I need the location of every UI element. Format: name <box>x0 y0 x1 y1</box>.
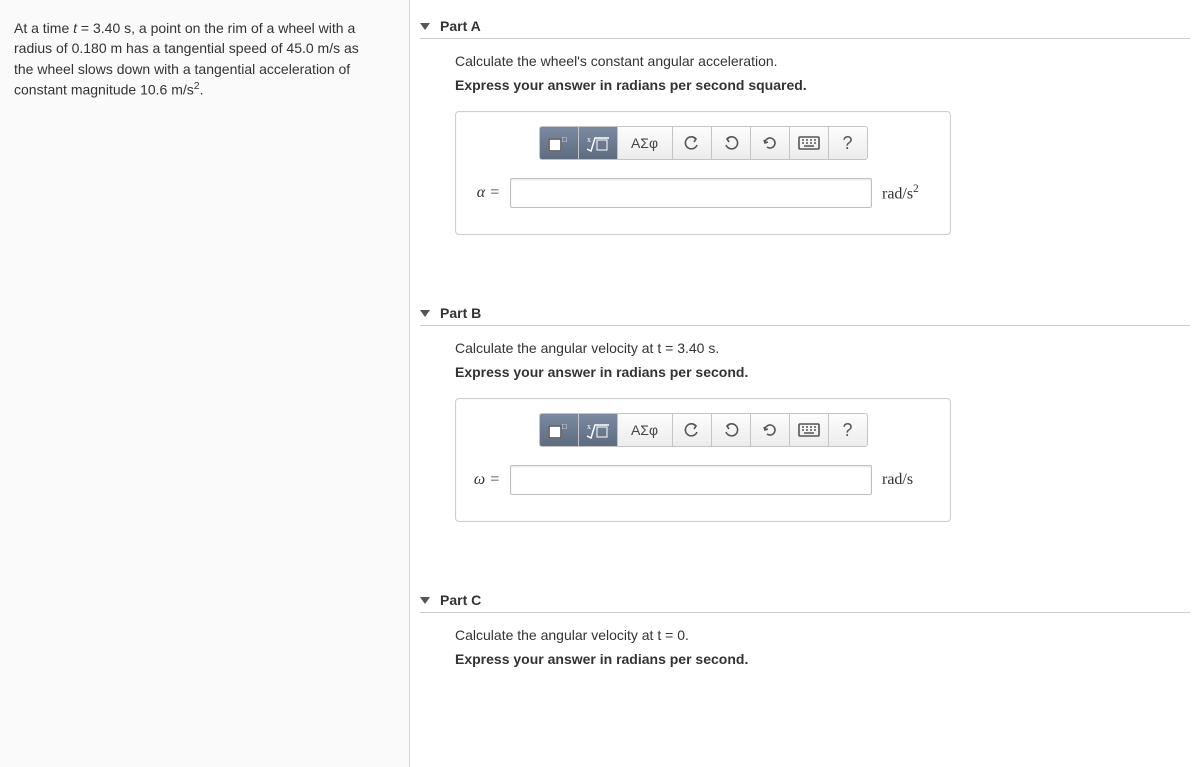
instruction-text: Express your answer in radians per secon… <box>455 651 1190 667</box>
part-header[interactable]: Part A <box>420 18 1190 39</box>
reset-icon[interactable] <box>751 414 790 446</box>
answer-box: □ x ΑΣφ ? ω = rad/s <box>455 398 951 522</box>
parts-panel: Part A Calculate the wheel's constant an… <box>410 0 1200 767</box>
svg-text:x: x <box>587 135 591 144</box>
part-header[interactable]: Part C <box>420 592 1190 613</box>
undo-icon[interactable] <box>673 127 712 159</box>
units-label: rad/s <box>882 471 934 489</box>
redo-icon[interactable] <box>712 414 751 446</box>
keyboard-icon[interactable] <box>790 127 829 159</box>
part-title: Part A <box>440 18 481 34</box>
collapse-icon[interactable] <box>420 597 430 604</box>
redo-icon[interactable] <box>712 127 751 159</box>
reset-icon[interactable] <box>751 127 790 159</box>
answer-input[interactable] <box>510 178 872 208</box>
part-header[interactable]: Part B <box>420 305 1190 326</box>
greek-symbols-button[interactable]: ΑΣφ <box>618 127 673 159</box>
instruction-text: Express your answer in radians per secon… <box>455 364 1190 380</box>
question-text: Calculate the angular velocity at t = 0. <box>455 627 1190 643</box>
greek-symbols-button[interactable]: ΑΣφ <box>618 414 673 446</box>
help-button[interactable]: ? <box>829 414 867 446</box>
templates-icon[interactable]: □ <box>540 414 579 446</box>
keyboard-icon[interactable] <box>790 414 829 446</box>
question-text: Calculate the angular velocity at t = 3.… <box>455 340 1190 356</box>
undo-icon[interactable] <box>673 414 712 446</box>
formatting-toolbar: □ x ΑΣφ ? <box>539 126 868 160</box>
formatting-toolbar: □ x ΑΣφ ? <box>539 413 868 447</box>
radical-fraction-icon[interactable]: x <box>579 414 618 446</box>
part-title: Part B <box>440 305 481 321</box>
svg-text:x: x <box>587 422 591 431</box>
instruction-text: Express your answer in radians per secon… <box>455 77 1190 93</box>
svg-text:□: □ <box>562 422 567 431</box>
collapse-icon[interactable] <box>420 310 430 317</box>
answer-input[interactable] <box>510 465 872 495</box>
part-c: Part C Calculate the angular velocity at… <box>420 592 1190 667</box>
question-text: Calculate the wheel's constant angular a… <box>455 53 1190 69</box>
svg-text:□: □ <box>562 135 567 144</box>
help-button[interactable]: ? <box>829 127 867 159</box>
collapse-icon[interactable] <box>420 23 430 30</box>
part-a: Part A Calculate the wheel's constant an… <box>420 18 1190 235</box>
variable-label: ω = <box>472 471 500 489</box>
variable-label: α = <box>472 184 500 202</box>
radical-fraction-icon[interactable]: x <box>579 127 618 159</box>
problem-statement-panel: At a time t = 3.40 s, a point on the rim… <box>0 0 410 767</box>
part-b: Part B Calculate the angular velocity at… <box>420 305 1190 522</box>
answer-box: □ x ΑΣφ ? α = rad/s2 <box>455 111 951 235</box>
units-label: rad/s2 <box>882 183 934 203</box>
part-title: Part C <box>440 592 481 608</box>
problem-text: At a time t = 3.40 s, a point on the rim… <box>14 18 381 100</box>
templates-icon[interactable]: □ <box>540 127 579 159</box>
